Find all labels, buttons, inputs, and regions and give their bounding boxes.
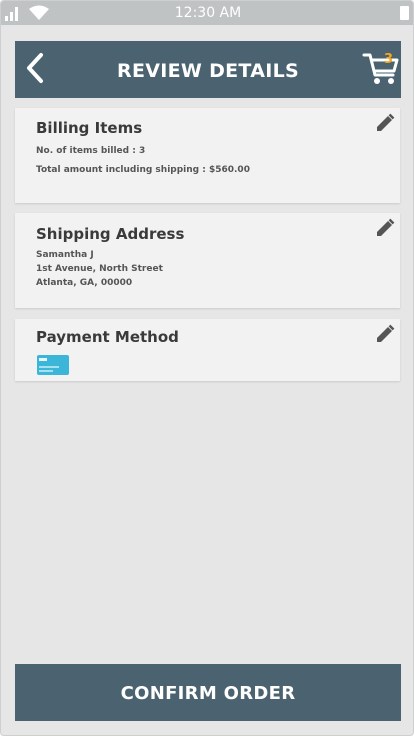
status-time: 12:30 AM (174, 5, 242, 21)
cart-count-badge: 3 (383, 52, 393, 67)
page-title: REVIEW DETAILS (117, 60, 299, 82)
shopping-cart-icon (362, 53, 399, 84)
edit-billing-icon[interactable] (374, 112, 396, 134)
edit-payment-icon[interactable] (374, 323, 396, 345)
billing-items-title: Billing Items (36, 119, 143, 137)
credit-card-icon (37, 355, 69, 375)
confirm-order-button[interactable]: CONFIRM ORDER (15, 664, 401, 721)
confirm-order-label: CONFIRM ORDER (120, 683, 296, 704)
billing-items-card: Billing Items No. of items billed : 3 To… (15, 108, 400, 203)
status-bar: 12:30 AM (1, 1, 413, 25)
payment-method-card: Payment Method (15, 319, 400, 381)
items-billed-text: No. of items billed : 3 (36, 146, 146, 156)
shipping-street: 1st Avenue, North Street (36, 264, 163, 274)
edit-shipping-icon[interactable] (374, 217, 396, 239)
shipping-name: Samantha J (36, 250, 94, 260)
payment-method-title: Payment Method (36, 328, 179, 346)
cart-button[interactable]: 3 (361, 47, 401, 89)
shipping-city: Atlanta, GA, 00000 (36, 278, 133, 288)
total-amount-text: Total amount including shipping : $560.0… (36, 165, 250, 175)
phone-screen: 12:30 AM REVIEW DETAILS 3 Billing Items … (0, 0, 414, 736)
shipping-address-title: Shipping Address (36, 225, 185, 243)
shipping-address-card: Shipping Address Samantha J 1st Avenue, … (15, 213, 400, 308)
battery-icon (400, 6, 409, 20)
app-header: REVIEW DETAILS 3 (15, 41, 401, 98)
